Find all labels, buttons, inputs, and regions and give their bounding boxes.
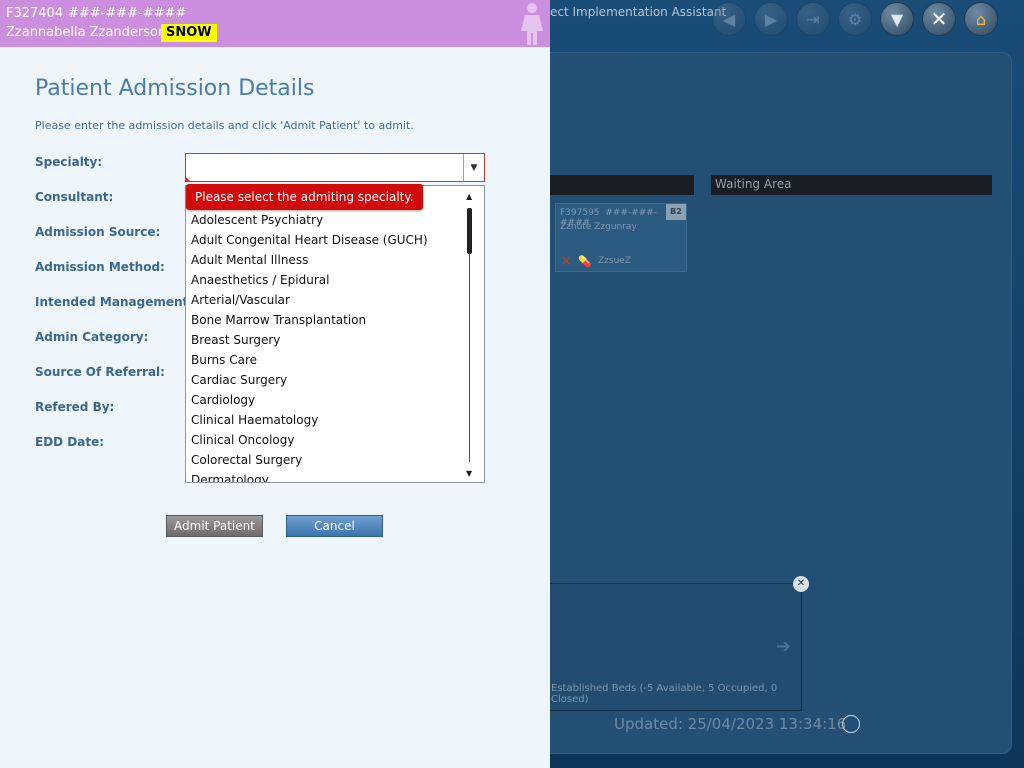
scroll-up-icon[interactable]: ▲ [466, 192, 472, 201]
specialty-option[interactable]: Cardiac Surgery [186, 370, 464, 390]
patient-name: Zzannabella Zzanderson [6, 25, 167, 40]
specialty-option[interactable]: Cardiology [186, 390, 464, 410]
medication-icon: 💊 [578, 255, 592, 268]
specialty-option[interactable]: Adult Mental Illness [186, 250, 464, 270]
intended-management-label: Intended Management: [35, 295, 194, 309]
dropdown-scrollbar[interactable]: ▲ ▼ [466, 192, 476, 478]
scroll-down-icon[interactable]: ▼ [466, 469, 472, 478]
back-icon[interactable]: ◀ [712, 2, 746, 36]
form-instructions: Please enter the admission details and c… [35, 119, 414, 132]
patient-flag-badge: SNOW [161, 24, 217, 42]
specialty-dropdown-list[interactable]: Adolescent Psychiatry Adult Congenital He… [185, 185, 485, 483]
specialty-option[interactable]: Adolescent Psychiatry [186, 210, 464, 230]
close-icon[interactable]: ✕ [793, 576, 809, 592]
close-icon[interactable]: ✕ [922, 2, 956, 36]
beds-summary: Established Beds (-5 Available, 5 Occupi… [551, 683, 778, 705]
bed-number-badge: B2 [666, 204, 686, 220]
bed-card[interactable]: F397595 ###-###-#### Zznute Zzgunray B2 … [555, 203, 687, 272]
consultant-label: Consultant: [35, 190, 114, 204]
specialty-option[interactable]: Anaesthetics / Epidural [186, 270, 464, 290]
specialty-option[interactable]: Adult Congenital Heart Disease (GUCH) [186, 230, 464, 250]
specialty-option[interactable]: Clinical Oncology [186, 430, 464, 450]
filter-icon[interactable]: ▼ [880, 2, 914, 36]
page-title: Patient Admission Details [35, 76, 315, 101]
validation-tooltip: Please select the admiting specialty. [186, 184, 423, 210]
admission-source-label: Admission Source: [35, 225, 161, 239]
edd-date-label: EDD Date: [35, 435, 105, 449]
specialty-option[interactable]: Clinical Haematology [186, 410, 464, 430]
home-icon[interactable]: ⌂ [964, 2, 998, 36]
specialty-options: Adolescent Psychiatry Adult Congenital He… [186, 210, 464, 482]
alert-x-icon: ✕ [560, 252, 573, 270]
beds-summary-panel: ✕ ➔ Established Beds (-5 Available, 5 Oc… [530, 576, 809, 711]
updated-timestamp: Updated: 25/04/2023 13:34:16 [614, 715, 847, 733]
patient-id: F327404 [6, 6, 64, 21]
ward-column-header [548, 175, 694, 195]
bed-patient-name: Zznute Zzgunray [560, 222, 637, 232]
error-corner-icon [185, 176, 191, 182]
waiting-area-header: Waiting Area [711, 175, 992, 195]
specialty-option[interactable]: Dermatology [186, 470, 464, 482]
export-icon[interactable]: ⇥ [796, 2, 830, 36]
admin-category-label: Admin Category: [35, 330, 149, 344]
toolbar: ◀ ▶ ⇥ ⚙ ▼ ✕ ⌂ [712, 0, 998, 38]
cancel-button[interactable]: Cancel [286, 515, 383, 537]
refresh-indicator-icon[interactable] [842, 715, 860, 733]
patient-nhs-number: ###-###-#### [68, 6, 187, 21]
scrollbar-thumb[interactable] [467, 208, 472, 254]
specialty-option[interactable]: Bone Marrow Transplantation [186, 310, 464, 330]
app-title: ect Implementation Assistant [550, 5, 727, 19]
arrow-right-icon[interactable]: ➔ [776, 636, 791, 657]
bed-patient-nickname: ZzsueZ [598, 256, 631, 266]
specialty-label: Specialty: [35, 155, 103, 169]
patient-banner: F327404 ###-###-#### Zzannabella Zzander… [0, 0, 550, 47]
specialty-option[interactable]: Colorectal Surgery [186, 450, 464, 470]
forward-icon[interactable]: ▶ [754, 2, 788, 36]
specialty-select[interactable]: ▼ [185, 153, 485, 182]
admission-method-label: Admission Method: [35, 260, 165, 274]
referred-by-label: Refered By: [35, 400, 115, 414]
admit-patient-button[interactable]: Admit Patient [166, 515, 263, 537]
specialty-option[interactable]: Breast Surgery [186, 330, 464, 350]
chevron-down-icon[interactable]: ▼ [463, 154, 484, 181]
source-of-referral-label: Source Of Referral: [35, 365, 165, 379]
settings-icon[interactable]: ⚙ [838, 2, 872, 36]
specialty-option[interactable]: Burns Care [186, 350, 464, 370]
admission-dialog: F327404 ###-###-#### Zzannabella Zzander… [0, 0, 550, 768]
female-patient-icon [521, 3, 543, 45]
specialty-option[interactable]: Arterial/Vascular [186, 290, 464, 310]
